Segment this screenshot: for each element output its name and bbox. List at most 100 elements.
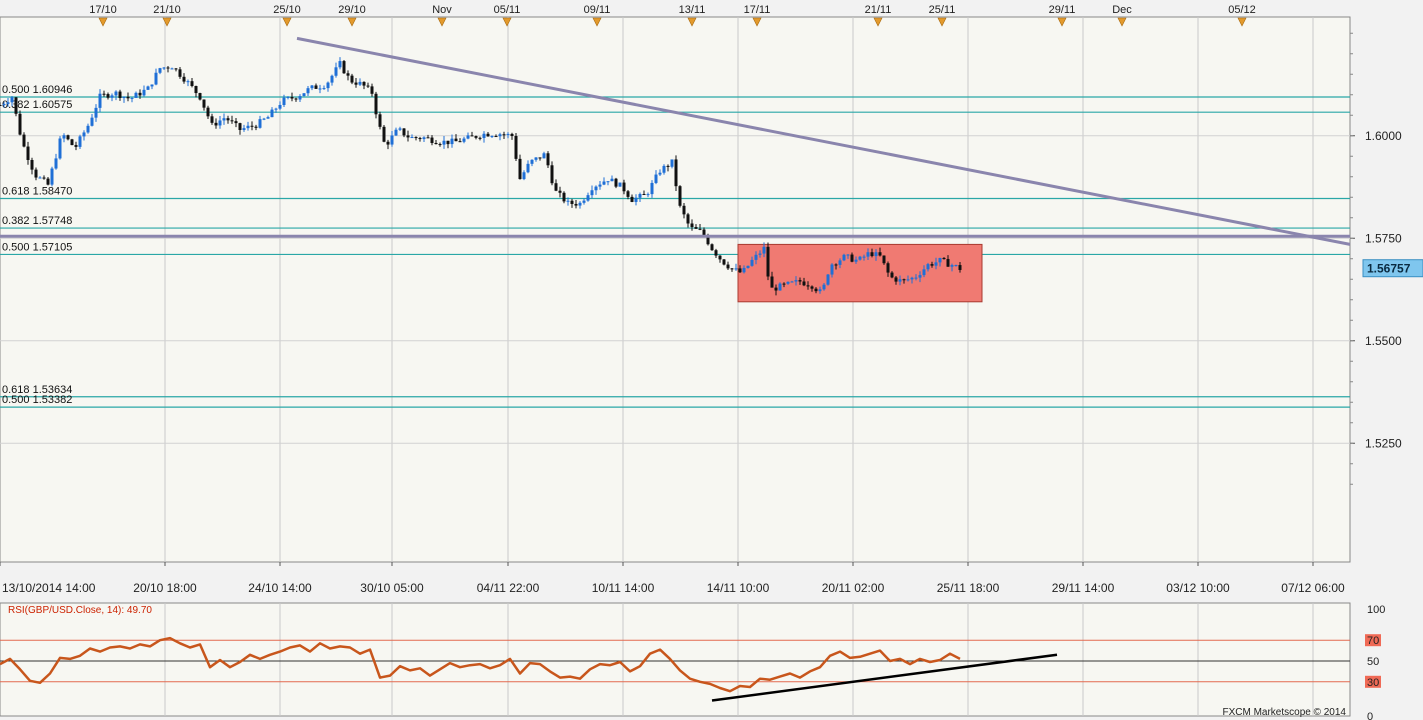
candle-body bbox=[186, 81, 190, 83]
candle-body bbox=[266, 117, 270, 119]
rsi-tick-label: 70 bbox=[1367, 635, 1379, 647]
candle-body bbox=[214, 122, 218, 126]
event-marker-label: 09/11 bbox=[584, 4, 611, 16]
candle-body bbox=[390, 135, 394, 145]
candle-body bbox=[130, 97, 134, 99]
candle-body bbox=[298, 96, 302, 100]
time-tick-label: 03/12 10:00 bbox=[1166, 581, 1230, 595]
candle-body bbox=[834, 264, 838, 266]
candle-body bbox=[894, 277, 898, 282]
candle-body bbox=[774, 287, 778, 291]
candle-body bbox=[362, 81, 366, 86]
candle-body bbox=[326, 82, 330, 89]
candle-body bbox=[162, 67, 166, 69]
price-panel[interactable]: 0.500 1.609460.382 1.605750.618 1.584700… bbox=[0, 16, 1351, 563]
candle-body bbox=[422, 137, 426, 140]
candle-body bbox=[642, 194, 646, 196]
candle-body bbox=[698, 228, 702, 230]
candle-body bbox=[590, 190, 594, 196]
candle-body bbox=[78, 136, 82, 147]
candle-body bbox=[954, 265, 958, 267]
candle-body bbox=[866, 252, 870, 257]
candle-body bbox=[286, 96, 290, 98]
candle-body bbox=[934, 262, 938, 266]
candle-body bbox=[450, 138, 454, 145]
candle-body bbox=[658, 172, 662, 175]
candle-body bbox=[534, 157, 538, 160]
candle-body bbox=[854, 259, 858, 262]
candle-body bbox=[510, 133, 514, 136]
candle-body bbox=[942, 257, 946, 260]
candle-body bbox=[10, 97, 14, 103]
candle-body bbox=[598, 184, 602, 187]
candle-body bbox=[242, 128, 246, 130]
candle-body bbox=[330, 75, 334, 83]
candle-body bbox=[30, 159, 34, 170]
candle-body bbox=[622, 182, 626, 192]
candle-body bbox=[842, 254, 846, 261]
candle-body bbox=[730, 268, 734, 270]
candle-body bbox=[506, 133, 510, 135]
fib-level-label: 0.500 1.57105 bbox=[2, 241, 72, 253]
candle-body bbox=[770, 276, 774, 288]
consolidation-range bbox=[737, 243, 983, 303]
candle-body bbox=[426, 137, 430, 139]
price-tick-label: 1.5250 bbox=[1365, 436, 1402, 450]
candle-body bbox=[926, 264, 930, 270]
candle-body bbox=[82, 132, 86, 137]
candle-body bbox=[222, 118, 226, 121]
candle-body bbox=[418, 138, 422, 140]
candle-body bbox=[938, 257, 942, 263]
event-marker-label: 05/11 bbox=[494, 4, 521, 16]
event-marker-label: 17/11 bbox=[744, 4, 771, 16]
candle-body bbox=[562, 192, 566, 202]
candle-body bbox=[466, 135, 470, 139]
candle-body bbox=[858, 256, 862, 260]
candle-body bbox=[282, 97, 286, 105]
candle-body bbox=[746, 265, 750, 268]
candle-body bbox=[878, 252, 882, 256]
candle-body bbox=[146, 86, 150, 90]
candle-body bbox=[714, 250, 718, 256]
candle-body bbox=[394, 129, 398, 136]
event-marker-label: 21/10 bbox=[153, 4, 181, 16]
candle-body bbox=[830, 264, 834, 275]
candle-body bbox=[434, 142, 438, 145]
candle-body bbox=[274, 108, 278, 110]
candle-body bbox=[462, 138, 466, 142]
candle-body bbox=[374, 93, 378, 115]
candle-body bbox=[662, 165, 666, 173]
candle-body bbox=[850, 254, 854, 262]
candle-body bbox=[90, 117, 94, 126]
candle-body bbox=[218, 120, 222, 126]
candle-body bbox=[818, 289, 822, 292]
candle-body bbox=[262, 118, 266, 120]
candle-body bbox=[778, 283, 782, 291]
candle-body bbox=[210, 116, 214, 123]
candle-body bbox=[930, 264, 934, 266]
candle-body bbox=[354, 82, 358, 85]
candle-body bbox=[54, 158, 58, 169]
candle-body bbox=[166, 67, 170, 69]
candle-body bbox=[118, 91, 122, 98]
event-marker-label: 05/12 bbox=[1228, 4, 1256, 16]
candle-body bbox=[66, 135, 70, 140]
candle-body bbox=[846, 254, 850, 256]
candle-body bbox=[738, 268, 742, 273]
candle-body bbox=[474, 136, 478, 138]
candle-body bbox=[6, 102, 10, 104]
candle-body bbox=[170, 68, 174, 70]
candle-body bbox=[254, 126, 258, 128]
time-tick-label: 29/11 14:00 bbox=[1052, 581, 1115, 595]
candle-body bbox=[402, 128, 406, 136]
candle-body bbox=[2, 103, 6, 106]
price-tick-label: 1.5750 bbox=[1365, 231, 1402, 245]
candle-body bbox=[838, 260, 842, 265]
rsi-panel[interactable]: RSI(GBP/USD.Close, 14): 49.70 FXCM Marke… bbox=[0, 602, 1351, 718]
candle-body bbox=[174, 68, 178, 70]
rsi-tick-label: 0 bbox=[1367, 711, 1373, 720]
candle-body bbox=[610, 178, 614, 182]
candle-body bbox=[74, 145, 78, 147]
fib-level-label: 0.618 1.58470 bbox=[2, 185, 72, 197]
candle-body bbox=[710, 244, 714, 251]
